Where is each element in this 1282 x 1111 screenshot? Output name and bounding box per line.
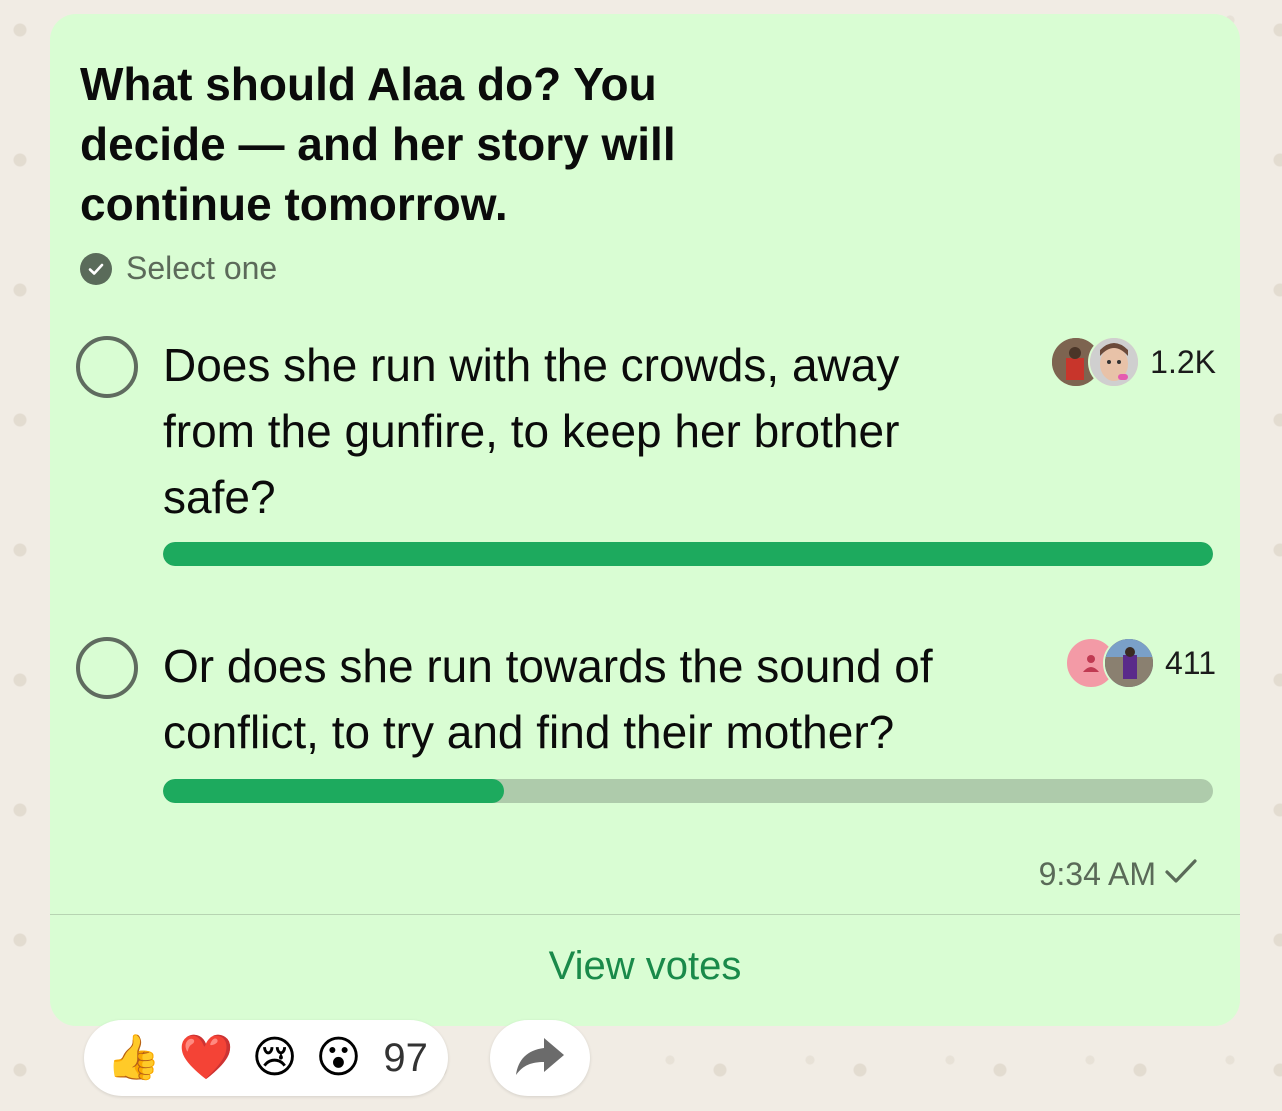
- voter-avatars: [1064, 637, 1155, 689]
- sent-checkmark-icon: [1164, 856, 1198, 893]
- thumbs-up-emoji-icon: 👍: [106, 1033, 161, 1082]
- forward-button[interactable]: [490, 1020, 590, 1096]
- forward-arrow-icon: [514, 1034, 566, 1083]
- poll-message-bubble: What should Alaa do? You decide — and he…: [50, 14, 1240, 1026]
- poll-option-text: Or does she run towards the sound of con…: [163, 640, 933, 758]
- time-label: 9:34 AM: [1038, 856, 1156, 892]
- poll-question: What should Alaa do? You decide — and he…: [80, 58, 676, 230]
- vote-progress-bar: [163, 542, 1213, 566]
- avatar: [1088, 336, 1141, 388]
- surprised-face-emoji-icon: 😮: [315, 1033, 362, 1082]
- message-timestamp: 9:34 AM: [1039, 856, 1198, 893]
- checkmark-circle-icon: [80, 252, 112, 285]
- vote-count: 411: [1164, 644, 1216, 681]
- avatar: [1102, 637, 1155, 689]
- voter-summary[interactable]: 411: [1064, 637, 1216, 689]
- voter-summary[interactable]: 1.2K: [1050, 336, 1216, 388]
- radio-button-icon[interactable]: [76, 336, 138, 398]
- select-one-hint: Select one: [80, 250, 277, 287]
- crying-face-emoji-icon: 😢: [251, 1033, 298, 1082]
- poll-option-text: Does she run with the crowds, away from …: [163, 339, 900, 523]
- poll-option-2[interactable]: Or does she run towards the sound of con…: [76, 637, 1216, 807]
- view-votes-button[interactable]: View votes: [50, 944, 1240, 989]
- divider: [50, 914, 1240, 915]
- reaction-count: 97: [383, 1035, 428, 1080]
- heart-emoji-icon: ❤️: [178, 1033, 234, 1082]
- select-one-label: Select one: [126, 250, 278, 286]
- reactions-bar[interactable]: 👍 ❤️ 😢 😮 97: [84, 1020, 448, 1096]
- voter-avatars: [1050, 336, 1141, 388]
- poll-option-1[interactable]: Does she run with the crowds, away from …: [76, 336, 1216, 576]
- vote-progress-fill: [163, 779, 505, 803]
- vote-count: 1.2K: [1150, 343, 1216, 380]
- vote-progress-fill: [163, 542, 1213, 566]
- vote-progress-bar: [163, 779, 1213, 803]
- radio-button-icon[interactable]: [76, 637, 138, 699]
